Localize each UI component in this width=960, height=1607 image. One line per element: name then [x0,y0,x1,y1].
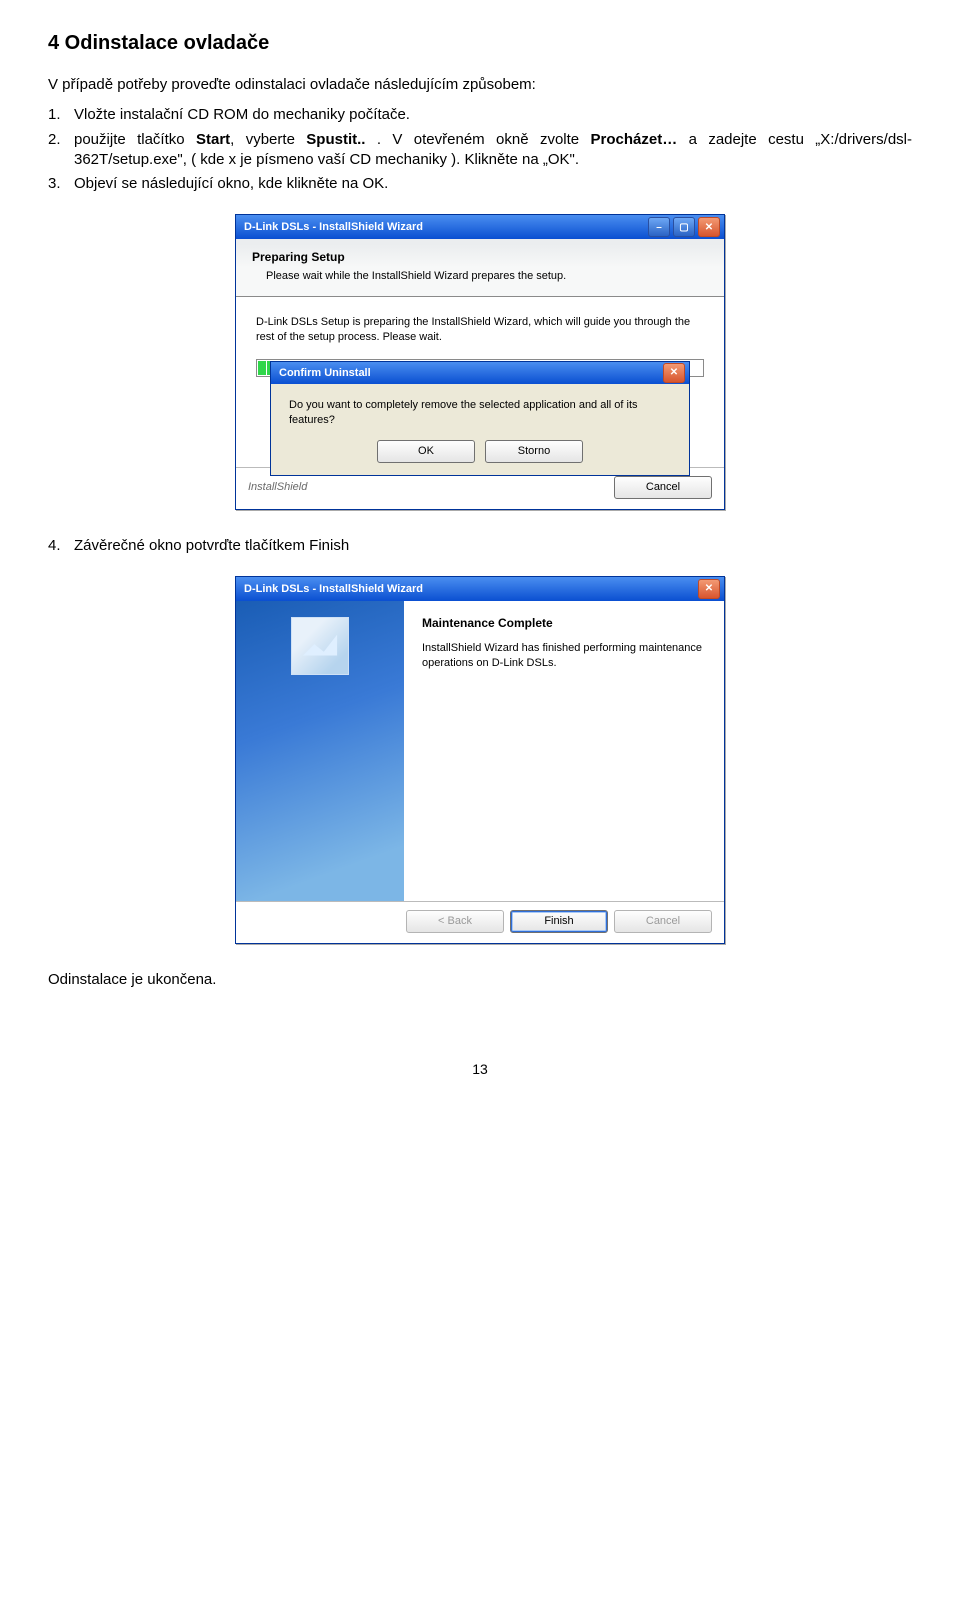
list-text: použijte tlačítko Start, vyberte Spustit… [74,130,912,171]
list-text: Vložte instalační CD ROM do mechaniky po… [74,105,912,125]
list-item: 2. použijte tlačítko Start, vyberte Spus… [48,130,912,171]
installshield-wizard: D-Link DSLs - InstallShield Wizard – ▢ ✕… [235,214,725,510]
list-number: 1. [48,105,74,125]
window-titlebar: D-Link DSLs - InstallShield Wizard – ▢ ✕ [236,215,724,239]
text: použijte tlačítko [74,131,196,148]
cancel-button[interactable]: Cancel [614,476,712,499]
closing-text: Odinstalace je ukončena. [48,970,912,990]
list-number: 4. [48,536,74,556]
wizard-sidebar [236,601,404,901]
section-intro: V případě potřeby proveďte odinstalaci o… [48,75,912,95]
window-title: D-Link DSLs - InstallShield Wizard [244,220,645,235]
wizard-content: Maintenance Complete InstallShield Wizar… [404,601,724,901]
wizard-subheading: Please wait while the InstallShield Wiza… [266,269,708,284]
wizard-body-text: InstallShield Wizard has finished perfor… [422,641,706,671]
list-text: Závěrečné okno potvrďte tlačítkem Finish [74,536,912,556]
close-button[interactable]: ✕ [698,217,720,237]
confirm-close-button[interactable]: ✕ [663,363,685,383]
bold-text: Start [196,131,230,148]
ok-button[interactable]: OK [377,440,475,463]
installshield-wizard-finish: D-Link DSLs - InstallShield Wizard ✕ Mai… [235,576,725,944]
back-button: < Back [406,910,504,933]
wizard-footer: < Back Finish Cancel [236,901,724,943]
list-number: 2. [48,130,74,171]
minimize-button[interactable]: – [648,217,670,237]
window-titlebar: D-Link DSLs - InstallShield Wizard ✕ [236,577,724,601]
section-heading: 4 Odinstalace ovladače [48,30,912,57]
list-item: 1. Vložte instalační CD ROM do mechaniky… [48,105,912,125]
confirm-titlebar: Confirm Uninstall ✕ [271,362,689,384]
confirm-title: Confirm Uninstall [279,366,660,381]
confirm-dialog: Confirm Uninstall ✕ Do you want to compl… [270,361,690,476]
page-number: 13 [48,1060,912,1079]
list-item: 3. Objeví se následující okno, kde klikn… [48,174,912,194]
cancel-button: Cancel [614,910,712,933]
wizard-header: Preparing Setup Please wait while the In… [236,239,724,297]
close-button[interactable]: ✕ [698,579,720,599]
text: . V otevřeném okně zvolte [365,131,590,148]
installshield-logo-icon [291,617,349,675]
wizard-heading: Maintenance Complete [422,615,706,631]
wizard-body-text: D-Link DSLs Setup is preparing the Insta… [256,315,704,345]
finish-button[interactable]: Finish [510,910,608,933]
bold-text: Spustit.. [306,131,365,148]
wizard-heading: Preparing Setup [252,249,708,265]
text: , vyberte [230,131,306,148]
instruction-list: 1. Vložte instalační CD ROM do mechaniky… [48,105,912,194]
list-number: 3. [48,174,74,194]
storno-button[interactable]: Storno [485,440,583,463]
list-item: 4. Závěrečné okno potvrďte tlačítkem Fin… [48,536,912,556]
window-title: D-Link DSLs - InstallShield Wizard [244,582,695,597]
brand-label: InstallShield [248,480,307,495]
instruction-list-continued: 4. Závěrečné okno potvrďte tlačítkem Fin… [48,536,912,556]
wizard-body: D-Link DSLs Setup is preparing the Insta… [236,297,724,467]
list-text: Objeví se následující okno, kde klikněte… [74,174,912,194]
confirm-body-text: Do you want to completely remove the sel… [271,384,689,440]
maximize-button[interactable]: ▢ [673,217,695,237]
bold-text: Procházet… [591,131,678,148]
